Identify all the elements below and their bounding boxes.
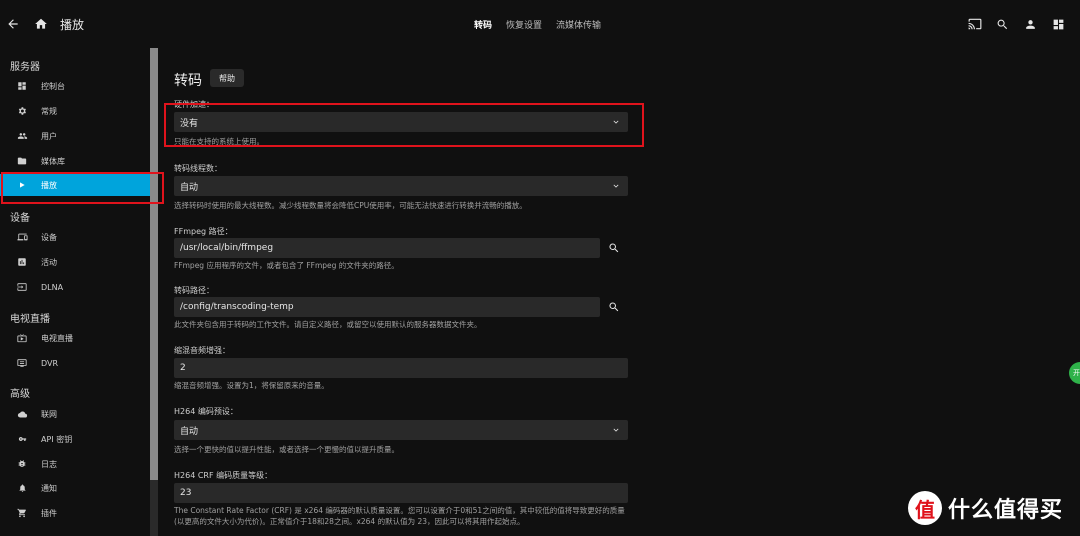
section-title-advanced: 高级	[10, 389, 30, 400]
watermark-logo: 值	[908, 491, 942, 525]
section-title-server: 服务器	[10, 62, 40, 73]
sidebar-item-dvr[interactable]: DVR	[0, 352, 150, 374]
sidebar-item-label: 媒体库	[41, 156, 65, 166]
ffmpeg-path-input[interactable]: /usr/local/bin/ffmpeg	[174, 238, 600, 258]
sidebar: 服务器 控制台 常规 用户 媒体库 播放 设备 设备 活动 DLNA 电视直播 …	[0, 48, 158, 536]
search-icon	[609, 302, 619, 312]
sidebar-item-api-keys[interactable]: API 密钥	[0, 428, 150, 450]
downmix-description: 缩混音频增强。设置为1，将保留原来的音量。	[174, 381, 329, 390]
sidebar-item-label: 联网	[41, 409, 57, 419]
sidebar-item-devices[interactable]: 设备	[0, 226, 150, 248]
bell-icon	[16, 482, 28, 494]
sidebar-item-label: 设备	[41, 232, 57, 242]
h264-crf-value: 23	[180, 488, 192, 498]
watermark-logo-text: 值	[915, 497, 935, 522]
sidebar-item-activity[interactable]: 活动	[0, 251, 150, 273]
header-tabs: 转码 恢复设置 流媒体传输	[474, 18, 601, 31]
sidebar-item-general[interactable]: 常规	[0, 100, 150, 122]
sidebar-item-label: API 密钥	[41, 434, 73, 444]
sidebar-item-networking[interactable]: 联网	[0, 403, 150, 425]
tab-transcoding[interactable]: 转码	[474, 18, 492, 31]
ffmpeg-path-description: FFmpeg 应用程序的文件，或者包含了 FFmpeg 的文件夹的路径。	[174, 261, 399, 270]
sidebar-item-label: 活动	[41, 257, 57, 267]
page-header-title: 播放	[60, 18, 85, 32]
tab-streaming[interactable]: 流媒体传输	[556, 18, 601, 31]
activity-icon	[16, 256, 28, 268]
threads-select[interactable]: 自动	[174, 176, 628, 196]
sidebar-item-notifications[interactable]: 通知	[0, 477, 150, 499]
h264-preset-value: 自动	[180, 426, 199, 437]
chevron-down-icon	[610, 424, 622, 436]
devices-icon	[16, 231, 28, 243]
threads-label: 转码线程数：	[174, 164, 222, 173]
transcode-path-value: /config/transcoding-temp	[180, 302, 294, 312]
transcode-path-input[interactable]: /config/transcoding-temp	[174, 297, 600, 317]
highlight-box-hw-accel	[164, 103, 644, 147]
sidebar-item-dlna[interactable]: DLNA	[0, 276, 150, 298]
ffmpeg-path-search-button[interactable]	[606, 240, 622, 256]
h264-preset-description: 选择一个更快的值以提升性能，或者选择一个更慢的值以提升质量。	[174, 445, 399, 454]
search-icon[interactable]	[991, 13, 1013, 35]
sidebar-scrollbar-thumb[interactable]	[150, 48, 158, 480]
sidebar-item-users[interactable]: 用户	[0, 125, 150, 147]
bug-icon	[16, 458, 28, 470]
downmix-value: 2	[180, 363, 186, 373]
help-button[interactable]: 帮助	[210, 69, 244, 87]
sidebar-item-logs[interactable]: 日志	[0, 453, 150, 475]
downmix-label: 缩混音频增强：	[174, 346, 230, 355]
ffmpeg-path-value: /usr/local/bin/ffmpeg	[180, 243, 274, 253]
dashboard-icon	[16, 80, 28, 92]
top-bar: 播放 转码 恢复设置 流媒体传输	[0, 0, 1080, 48]
cast-icon[interactable]	[964, 13, 986, 35]
watermark-text: 什么值得买	[948, 498, 1064, 523]
section-title-live-tv: 电视直播	[10, 314, 50, 325]
watermark: 值 什么值得买	[908, 490, 1063, 526]
sidebar-item-label: 常规	[41, 106, 57, 116]
folder-icon	[16, 155, 28, 167]
tab-resume[interactable]: 恢复设置	[506, 18, 542, 31]
ffmpeg-path-label: FFmpeg 路径：	[174, 227, 233, 236]
transcode-path-label: 转码路径：	[174, 286, 214, 295]
sidebar-item-label: 插件	[41, 508, 57, 518]
sidebar-item-library[interactable]: 媒体库	[0, 150, 150, 172]
dvr-icon	[16, 357, 28, 369]
back-arrow-icon[interactable]	[2, 13, 24, 35]
search-icon	[609, 243, 619, 253]
live-tv-icon	[16, 332, 28, 344]
threads-value: 自动	[180, 182, 199, 193]
side-toggle-badge-text: 开	[1073, 369, 1080, 377]
cart-icon	[16, 507, 28, 519]
cloud-icon	[16, 408, 28, 420]
threads-description: 选择转码时使用的最大线程数。减少线程数量将会降低CPU使用率，可能无法快速进行转…	[174, 201, 527, 210]
sidebar-item-label: DLNA	[41, 282, 64, 292]
sidebar-item-label: 用户	[41, 131, 57, 141]
chevron-down-icon	[610, 180, 622, 192]
sidebar-item-label: DVR	[41, 358, 59, 368]
h264-preset-label: H264 编码预设：	[174, 407, 238, 416]
dashboard-icon[interactable]	[1047, 13, 1069, 35]
h264-preset-select[interactable]: 自动	[174, 420, 628, 440]
sidebar-item-label: 通知	[41, 483, 57, 493]
h264-crf-label: H264 CRF 编码质量等级：	[174, 471, 273, 480]
sidebar-item-live-tv[interactable]: 电视直播	[0, 327, 150, 349]
key-icon	[16, 433, 28, 445]
h264-crf-input[interactable]: 23	[174, 483, 628, 503]
home-icon[interactable]	[30, 13, 52, 35]
section-title-devices: 设备	[10, 213, 30, 224]
highlight-box-playback	[1, 172, 164, 204]
sidebar-item-plugins[interactable]: 插件	[0, 502, 150, 524]
sidebar-item-dashboard[interactable]: 控制台	[0, 75, 150, 97]
h264-crf-description: The Constant Rate Factor (CRF) 是 x264 编码…	[174, 506, 625, 526]
input-icon	[16, 281, 28, 293]
page-title: 转码	[174, 73, 202, 89]
sidebar-item-label: 日志	[41, 459, 57, 469]
people-icon	[16, 130, 28, 142]
sidebar-item-label: 电视直播	[41, 333, 73, 343]
transcode-path-description: 此文件夹包含用于转码的工作文件。请自定义路径，或留空以使用默认的服务器数据文件夹…	[174, 320, 482, 329]
transcode-path-search-button[interactable]	[606, 299, 622, 315]
sidebar-item-label: 控制台	[41, 81, 65, 91]
gear-icon	[16, 105, 28, 117]
downmix-input[interactable]: 2	[174, 358, 628, 378]
user-icon[interactable]	[1019, 13, 1041, 35]
